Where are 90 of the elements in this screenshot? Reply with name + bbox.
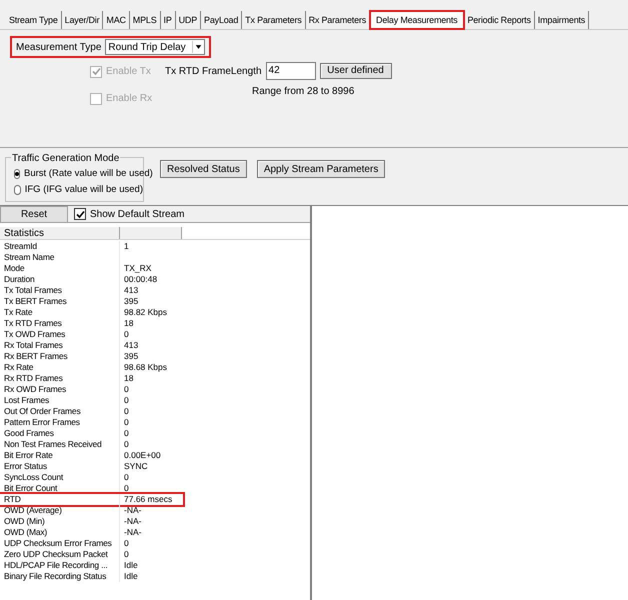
table-cell-text: 0 — [123, 406, 129, 417]
table-cell: OWD (Max) — [4, 527, 48, 538]
action-button[interactable]: Apply Stream Parameters — [256, 160, 386, 178]
table-cell: UDP Checksum Error Frames — [4, 538, 112, 549]
table-cell: Rx BERT Frames — [4, 351, 68, 362]
table-cell: Rx Rate — [4, 362, 34, 373]
tab[interactable]: Periodic Reports — [464, 11, 535, 29]
table-cell: Pattern Error Frames — [4, 417, 80, 428]
table-cell: Rx Total Frames — [4, 340, 63, 351]
table-cell: Rx RTD Frames — [4, 373, 63, 384]
table-cell: Rx OWD Frames — [4, 384, 66, 395]
table-cell: Good Frames — [4, 428, 54, 439]
table-cell: HDL/PCAP File Recording ... — [4, 560, 108, 571]
reset-button[interactable]: Reset — [0, 206, 68, 222]
table-cell-text: 0 — [123, 417, 129, 428]
table-cell-text: 395 — [123, 351, 138, 362]
table-cell: Tx Rate — [4, 307, 32, 318]
tab[interactable]: Layer/Dir — [62, 11, 104, 29]
table-cell-text: Idle — [123, 560, 138, 571]
enable-tx-label: Enable Tx — [106, 65, 151, 79]
measurement-type-dropdown[interactable]: Round Trip Delay — [105, 39, 206, 55]
table-cell: Binary File Recording Status — [4, 571, 106, 582]
range-text: Range from 28 to 8996 — [252, 85, 356, 99]
table-cell-text: 0 — [123, 549, 129, 560]
radio-button[interactable] — [14, 185, 21, 196]
table-cell-text: -NA- — [123, 516, 142, 527]
tab[interactable]: Stream Type — [6, 11, 62, 29]
tab[interactable]: Delay Measurements — [370, 11, 464, 29]
measurement-type-label: Measurement Type — [16, 40, 102, 54]
enable-rx-label: Enable Rx — [106, 92, 152, 106]
table-cell-text: 0 — [123, 483, 129, 494]
table-cell: Error Status — [4, 461, 47, 472]
table-cell: Duration — [4, 274, 35, 285]
table-cell-text: 0 — [123, 384, 129, 395]
table-cell-text: 0 — [123, 538, 129, 549]
table-cell-text: Idle — [123, 571, 138, 582]
table-cell-text: 0 — [123, 428, 129, 439]
table-cell-text: 0 — [123, 439, 129, 450]
table-cell: RTD — [4, 494, 21, 505]
tab[interactable]: MAC — [103, 11, 130, 29]
frame-length-field[interactable]: 42 — [266, 62, 316, 80]
table-cell-text: 18 — [123, 373, 134, 384]
table-cell-text: 1 — [123, 241, 129, 252]
show-default-checkbox[interactable] — [74, 208, 86, 220]
tab[interactable]: Impairments — [534, 11, 590, 29]
table-cell-text: 0.00E+00 — [123, 450, 161, 461]
radio-label: Burst (Rate value will be used) — [24, 167, 153, 181]
table-cell-text: -NA- — [123, 505, 142, 516]
table-cell-text: 98.68 Kbps — [123, 362, 168, 373]
table-cell-text: 413 — [123, 285, 138, 296]
table-cell-text: 00:00:48 — [123, 274, 158, 285]
table-cell-text: SYNC — [123, 461, 148, 472]
table-cell: Out Of Order Frames — [4, 406, 80, 417]
table-cell: StreamId — [4, 241, 37, 252]
table-cell: Mode — [4, 263, 24, 274]
table-cell: Tx OWD Frames — [4, 329, 66, 340]
table-cell: SyncLoss Count — [4, 472, 64, 483]
show-default-label: Show Default Stream — [90, 208, 184, 222]
table-cell: Tx Total Frames — [4, 285, 62, 296]
tab[interactable]: IP — [160, 11, 176, 29]
table-cell: Non Test Frames Received — [4, 439, 102, 450]
table-cell: Bit Error Count — [4, 483, 58, 494]
table-cell-text: 395 — [123, 296, 138, 307]
table-cell: Tx RTD Frames — [4, 318, 62, 329]
table-cell-text: 98.82 Kbps — [123, 307, 168, 318]
table-cell-text: 0 — [123, 329, 129, 340]
table-cell-text: 77.66 msecs — [123, 494, 172, 505]
tab[interactable]: Tx Parameters — [242, 11, 306, 29]
table-cell-text: TX_RX — [123, 263, 152, 274]
table-cell-text: 0 — [123, 472, 129, 483]
table-cell-text: 18 — [123, 318, 134, 329]
radio-button[interactable] — [14, 169, 20, 180]
table-cell: Zero UDP Checksum Packet — [4, 549, 108, 560]
column-header: Statistics — [0, 227, 120, 239]
table-cell: Tx BERT Frames — [4, 296, 67, 307]
table-cell-text: -NA- — [123, 527, 142, 538]
radio-label: IFG (IFG value will be used) — [24, 183, 143, 198]
user-defined-button[interactable]: User defined — [320, 63, 392, 79]
tab[interactable]: UDP — [176, 11, 202, 29]
table-cell: Bit Error Rate — [4, 450, 53, 461]
action-button[interactable]: Resolved Status — [160, 160, 247, 178]
table-cell: Lost Frames — [4, 395, 50, 406]
tab[interactable]: PayLoad — [201, 11, 242, 29]
table-cell: Stream Name — [4, 252, 54, 263]
table-cell-text: 0 — [123, 395, 129, 406]
tab[interactable]: MPLS — [130, 11, 161, 29]
table-cell-text: 413 — [123, 340, 138, 351]
frame-length-label: Tx RTD FrameLength — [165, 64, 262, 78]
table-cell: OWD (Average) — [4, 505, 62, 516]
table-cell: OWD (Min) — [4, 516, 45, 527]
